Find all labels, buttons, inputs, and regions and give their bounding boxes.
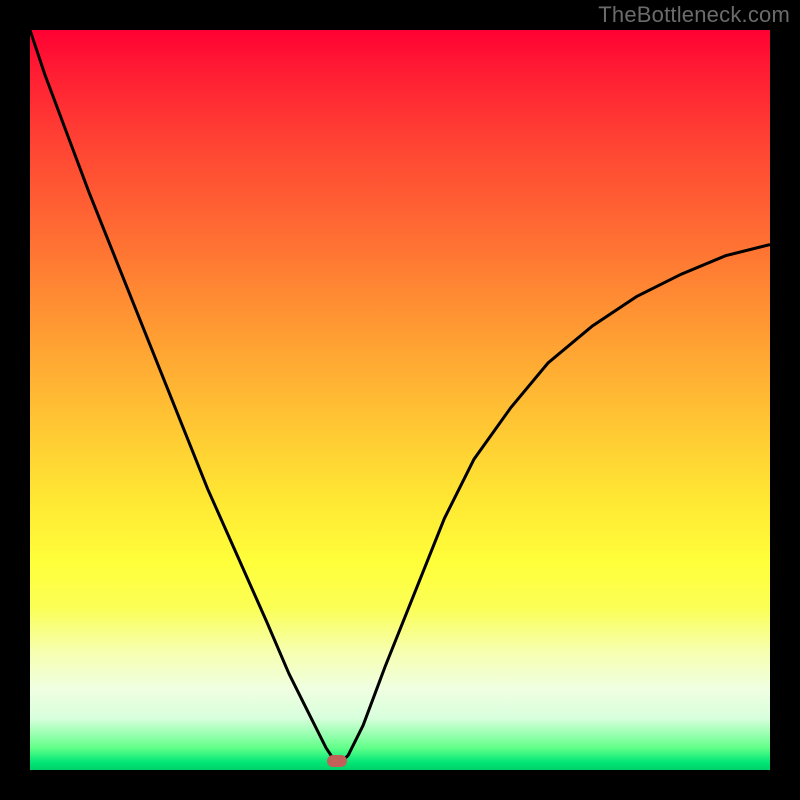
- curve-svg: [30, 30, 770, 770]
- chart-container: TheBottleneck.com: [0, 0, 800, 800]
- bottleneck-curve: [30, 30, 770, 763]
- optimal-point-marker: [327, 755, 347, 767]
- plot-area: [30, 30, 770, 770]
- watermark-text: TheBottleneck.com: [598, 2, 790, 28]
